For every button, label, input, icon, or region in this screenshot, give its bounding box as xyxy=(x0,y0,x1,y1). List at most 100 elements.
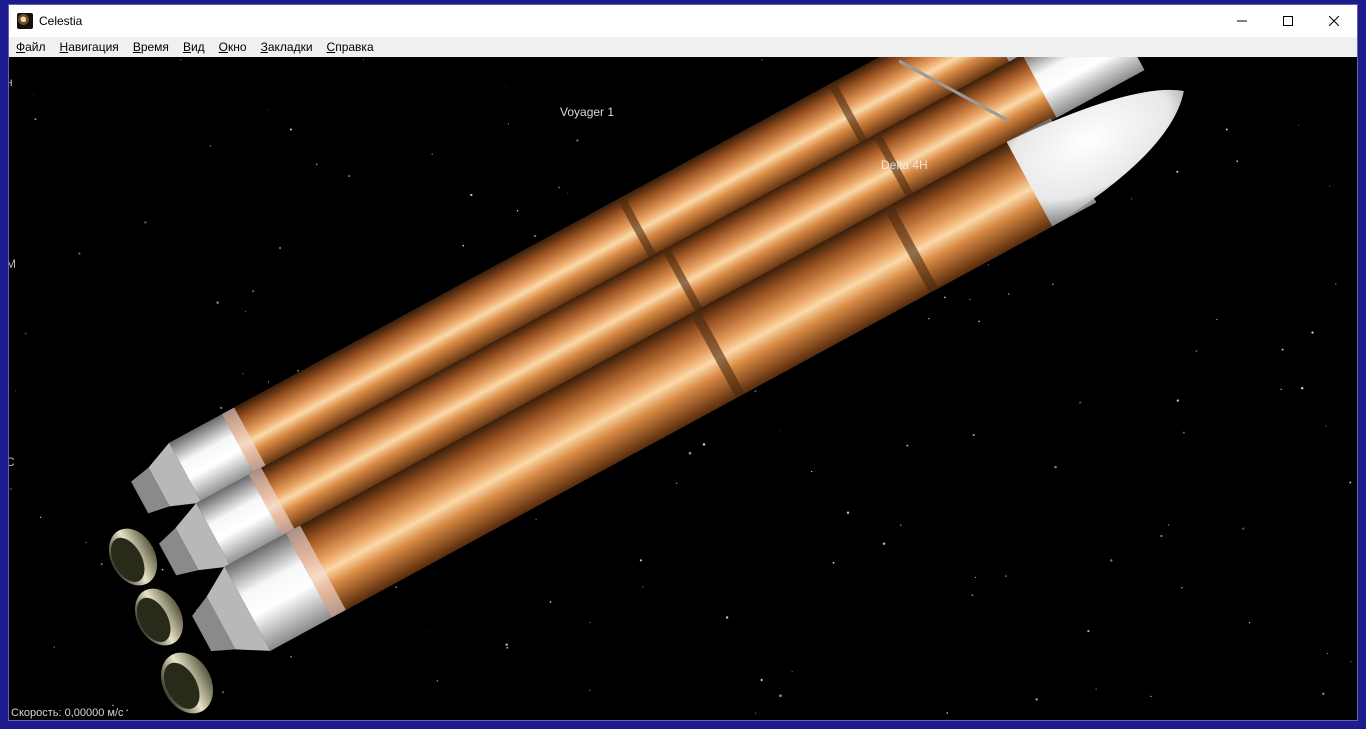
star xyxy=(506,647,509,649)
maximize-button[interactable] xyxy=(1265,5,1311,37)
menu-time-label: ремя xyxy=(140,40,169,54)
star xyxy=(760,678,763,682)
star xyxy=(1087,630,1090,633)
star xyxy=(180,59,182,61)
menu-navigation-mnemonic: Н xyxy=(59,40,69,54)
star xyxy=(24,332,27,335)
menu-help[interactable]: Справка xyxy=(320,37,381,57)
star xyxy=(754,390,757,393)
star xyxy=(944,296,946,299)
velocity-readout: Скорость: 0,00000 м/с xyxy=(11,707,124,719)
star xyxy=(534,234,537,238)
star xyxy=(39,516,42,518)
star xyxy=(832,561,835,564)
star xyxy=(1335,283,1337,285)
star xyxy=(566,192,568,194)
3d-viewport[interactable]: Voyager 1 Delta 4H н М С Скорость: 0,000… xyxy=(9,57,1357,720)
star xyxy=(969,298,971,301)
menu-time-mnemonic: В xyxy=(132,40,141,54)
star xyxy=(1281,348,1284,351)
star xyxy=(846,511,850,514)
menu-time[interactable]: Время xyxy=(126,37,176,57)
star xyxy=(1130,198,1132,200)
star xyxy=(1242,527,1245,530)
minimize-button[interactable] xyxy=(1219,5,1265,37)
object-label-delta[interactable]: Delta 4H xyxy=(881,158,928,172)
star xyxy=(1150,695,1152,698)
star xyxy=(53,646,55,648)
star xyxy=(928,317,930,320)
star xyxy=(1216,318,1218,321)
star xyxy=(1195,350,1198,353)
celestia-app-icon xyxy=(17,13,33,29)
star xyxy=(1176,399,1180,402)
star xyxy=(1095,688,1097,690)
menu-view[interactable]: Вид xyxy=(176,37,212,57)
star xyxy=(1349,481,1352,484)
menu-bar: Файл Навигация Время Вид Окно Закладки С… xyxy=(9,37,1357,57)
star xyxy=(161,568,164,571)
space-scene xyxy=(10,57,1352,714)
star xyxy=(278,246,282,250)
star xyxy=(971,594,974,597)
object-label-voyager[interactable]: Voyager 1 xyxy=(560,105,614,119)
star xyxy=(900,524,902,526)
menu-bookmarks-mnemonic: З xyxy=(260,40,268,54)
star xyxy=(1225,128,1228,131)
close-button[interactable] xyxy=(1311,5,1357,37)
star xyxy=(778,429,781,431)
menu-navigation[interactable]: Навигация xyxy=(53,37,126,57)
nozzle-top xyxy=(108,528,158,586)
star xyxy=(906,444,909,447)
title-bar[interactable]: Celestia xyxy=(9,5,1357,37)
booster-middle xyxy=(159,57,1145,576)
star xyxy=(589,621,591,623)
star xyxy=(289,128,292,131)
star xyxy=(34,118,37,121)
star xyxy=(535,518,537,521)
menu-file[interactable]: Файл xyxy=(9,37,53,57)
star xyxy=(126,709,129,712)
star xyxy=(1160,534,1163,538)
window-title: Celestia xyxy=(39,14,83,28)
star xyxy=(1280,388,1283,391)
edge-label-2: М xyxy=(9,257,16,271)
star xyxy=(470,193,473,197)
menu-window[interactable]: Окно xyxy=(212,37,254,57)
star xyxy=(219,406,223,410)
nozzle-middle xyxy=(134,588,184,646)
menu-window-label: кно xyxy=(228,40,247,54)
star xyxy=(297,370,299,372)
star xyxy=(15,390,17,392)
star xyxy=(1300,386,1304,390)
star xyxy=(1181,587,1183,589)
star xyxy=(33,93,35,95)
star xyxy=(462,244,465,247)
star xyxy=(431,153,433,155)
star xyxy=(363,59,364,61)
star xyxy=(1311,331,1314,334)
menu-window-mnemonic: О xyxy=(218,40,229,54)
star xyxy=(987,264,989,266)
menu-view-mnemonic: В xyxy=(182,40,191,54)
star xyxy=(558,186,561,189)
star xyxy=(507,123,510,125)
star xyxy=(702,443,706,446)
star xyxy=(516,209,519,212)
star xyxy=(505,643,508,646)
star xyxy=(688,452,692,455)
menu-bookmarks[interactable]: Закладки xyxy=(254,37,320,57)
star xyxy=(1051,283,1054,286)
star xyxy=(216,301,219,304)
star xyxy=(1035,698,1038,701)
star xyxy=(242,372,244,375)
star xyxy=(779,694,782,697)
star xyxy=(348,175,350,177)
star xyxy=(112,704,114,707)
star xyxy=(10,488,12,490)
star xyxy=(1322,692,1325,695)
star xyxy=(811,470,813,473)
star xyxy=(1079,401,1082,404)
star xyxy=(1176,170,1179,173)
star xyxy=(725,616,729,619)
